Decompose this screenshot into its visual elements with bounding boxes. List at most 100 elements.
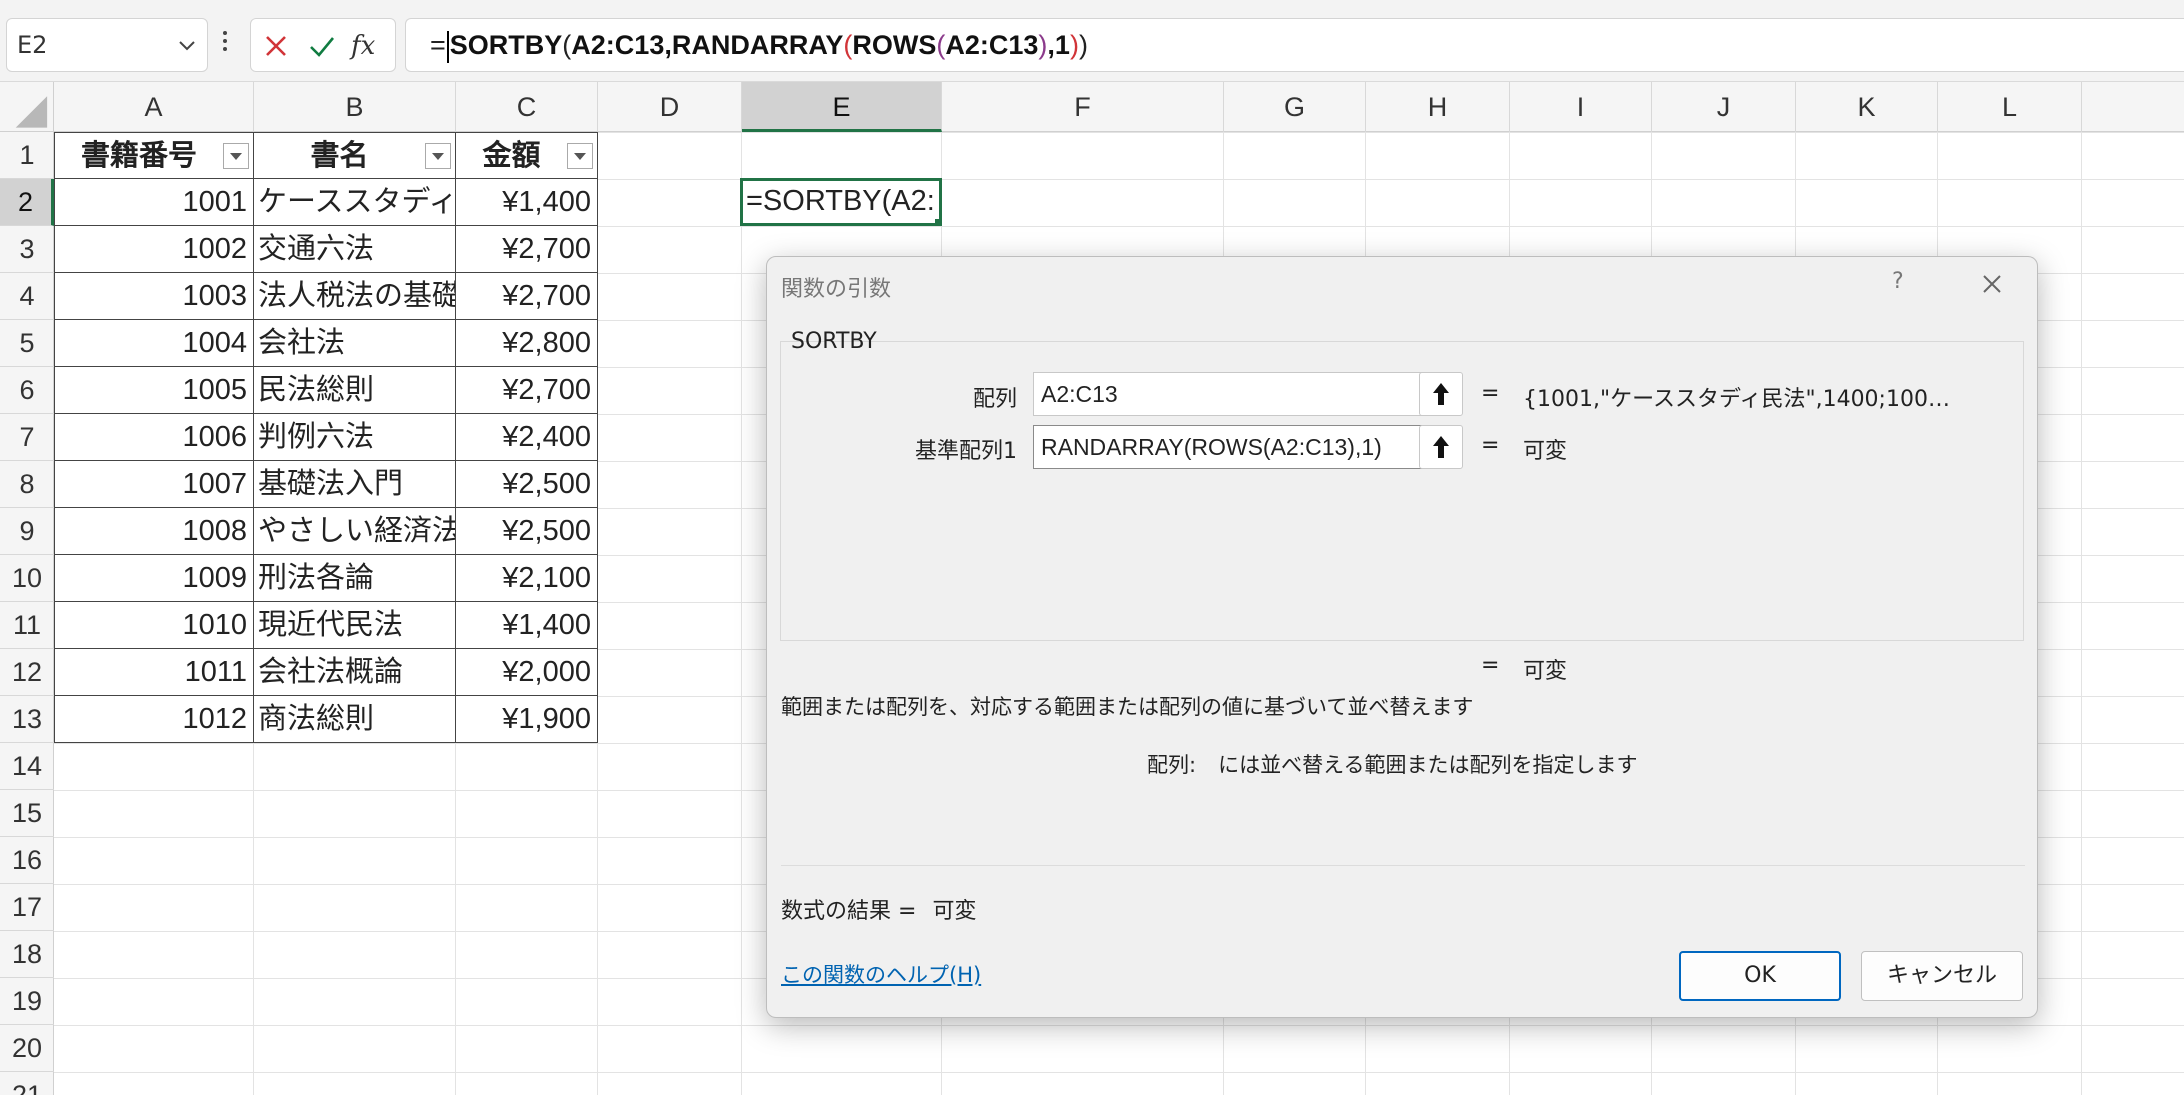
filter-dropdown-button[interactable]	[567, 143, 593, 169]
collapse-dialog-button[interactable]	[1419, 372, 1463, 416]
table-cell[interactable]: ¥2,100	[456, 555, 598, 602]
row-header[interactable]: 4	[0, 273, 54, 320]
row-header[interactable]: 21	[0, 1072, 54, 1095]
table-cell[interactable]: 基礎法入門	[254, 461, 456, 508]
arg-input-by-array1[interactable]: RANDARRAY(ROWS(A2:C13),1)	[1033, 425, 1431, 469]
column-header[interactable]: K	[1796, 82, 1938, 132]
table-cell[interactable]: ¥2,800	[456, 320, 598, 367]
formula-token: ,1	[1047, 30, 1070, 60]
arg-input-array[interactable]: A2:C13	[1033, 372, 1431, 416]
column-header[interactable]: D	[598, 82, 742, 132]
enter-check-icon[interactable]	[305, 29, 339, 63]
table-cell[interactable]: ¥2,000	[456, 649, 598, 696]
table-cell[interactable]: 商法総則	[254, 696, 456, 743]
table-cell[interactable]: ¥1,900	[456, 696, 598, 743]
table-cell[interactable]: 1010	[54, 602, 254, 649]
table-cell[interactable]: ケーススタディ民法	[254, 179, 456, 226]
table-cell[interactable]: ¥2,500	[456, 461, 598, 508]
column-header[interactable]: G	[1224, 82, 1366, 132]
table-header-cell[interactable]: 書籍番号	[54, 132, 254, 179]
filter-dropdown-button[interactable]	[425, 143, 451, 169]
table-cell[interactable]: 判例六法	[254, 414, 456, 461]
function-help-link[interactable]: この関数のヘルプ(H)	[781, 959, 981, 989]
table-cell[interactable]: 1005	[54, 367, 254, 414]
table-cell[interactable]: 会社法	[254, 320, 456, 367]
table-cell[interactable]: ¥2,700	[456, 367, 598, 414]
table-header-cell[interactable]: 金額	[456, 132, 598, 179]
column-header[interactable]: A	[54, 82, 254, 132]
row-header[interactable]: 16	[0, 837, 54, 884]
row-header[interactable]: 19	[0, 978, 54, 1025]
table-cell[interactable]: ¥1,400	[456, 602, 598, 649]
column-header[interactable]: F	[942, 82, 1224, 132]
table-cell[interactable]: 1006	[54, 414, 254, 461]
row-header[interactable]: 12	[0, 649, 54, 696]
collapse-dialog-button[interactable]	[1419, 425, 1463, 469]
table-cell[interactable]: 1008	[54, 508, 254, 555]
column-header[interactable]: L	[1938, 82, 2082, 132]
table-cell[interactable]: 1001	[54, 179, 254, 226]
column-header[interactable]: H	[1366, 82, 1510, 132]
column-header[interactable]: E	[742, 82, 942, 132]
row-header[interactable]: 18	[0, 931, 54, 978]
table-cell[interactable]: 会社法概論	[254, 649, 456, 696]
table-cell[interactable]: ¥2,700	[456, 273, 598, 320]
column-header[interactable]: B	[254, 82, 456, 132]
name-box[interactable]: E2	[6, 18, 208, 72]
table-cell[interactable]: 交通六法	[254, 226, 456, 273]
insert-function-button[interactable]: fx	[351, 29, 385, 63]
table-cell[interactable]: 刑法各論	[254, 555, 456, 602]
close-icon[interactable]	[1977, 269, 2007, 299]
filter-dropdown-button[interactable]	[223, 143, 249, 169]
table-cell[interactable]: 現近代民法	[254, 602, 456, 649]
cell-text: やさしい経済法	[258, 515, 456, 547]
row-header[interactable]: 1	[0, 132, 54, 179]
select-all-corner[interactable]	[0, 82, 54, 132]
table-cell[interactable]: 1004	[54, 320, 254, 367]
table-cell[interactable]: 民法総則	[254, 367, 456, 414]
row-header[interactable]: 11	[0, 602, 54, 649]
column-header[interactable]: J	[1652, 82, 1796, 132]
row-header[interactable]: 3	[0, 226, 54, 273]
cancel-x-icon[interactable]	[259, 29, 293, 63]
row-header[interactable]: 15	[0, 790, 54, 837]
row-header[interactable]: 10	[0, 555, 54, 602]
row-header[interactable]: 8	[0, 461, 54, 508]
formula-token: )	[1069, 30, 1079, 60]
row-header[interactable]: 6	[0, 367, 54, 414]
column-header[interactable]: C	[456, 82, 598, 132]
cell-text: 書籍番号	[80, 140, 197, 172]
row-header[interactable]: 17	[0, 884, 54, 931]
table-cell[interactable]: 1009	[54, 555, 254, 602]
formula-input[interactable]: = SORTBY(A2:C13,RANDARRAY(ROWS(A2:C13),1)…	[405, 18, 2184, 72]
row-header[interactable]: 2	[0, 179, 54, 226]
column-header[interactable]: I	[1510, 82, 1652, 132]
table-cell[interactable]: 1012	[54, 696, 254, 743]
table-cell[interactable]: 1011	[54, 649, 254, 696]
table-cell[interactable]: ¥2,500	[456, 508, 598, 555]
table-cell[interactable]: ¥2,700	[456, 226, 598, 273]
text-caret	[446, 30, 449, 63]
row-header[interactable]: 5	[0, 320, 54, 367]
filter-arrow-icon	[432, 153, 444, 160]
ok-button[interactable]: OK	[1679, 951, 1841, 1001]
cancel-button[interactable]: キャンセル	[1861, 951, 2023, 1001]
cell-text: 現近代民法	[258, 609, 404, 641]
row-header[interactable]: 14	[0, 743, 54, 790]
table-cell[interactable]: ¥1,400	[456, 179, 598, 226]
table-cell[interactable]: ¥2,400	[456, 414, 598, 461]
row-header[interactable]: 13	[0, 696, 54, 743]
help-button[interactable]: ?	[1892, 269, 1904, 294]
row-header[interactable]: 7	[0, 414, 54, 461]
table-header-cell[interactable]: 書名	[254, 132, 456, 179]
table-cell[interactable]: やさしい経済法	[254, 508, 456, 555]
row-header[interactable]: 9	[0, 508, 54, 555]
more-options-icon[interactable]	[220, 28, 230, 62]
table-cell[interactable]: 法人税法の基礎	[254, 273, 456, 320]
table-cell[interactable]: 1007	[54, 461, 254, 508]
table-cell[interactable]: 1002	[54, 226, 254, 273]
table-cell[interactable]: 1003	[54, 273, 254, 320]
chevron-down-icon[interactable]	[175, 33, 199, 57]
active-cell[interactable]: =SORTBY(A2:	[740, 178, 942, 226]
row-header[interactable]: 20	[0, 1025, 54, 1072]
